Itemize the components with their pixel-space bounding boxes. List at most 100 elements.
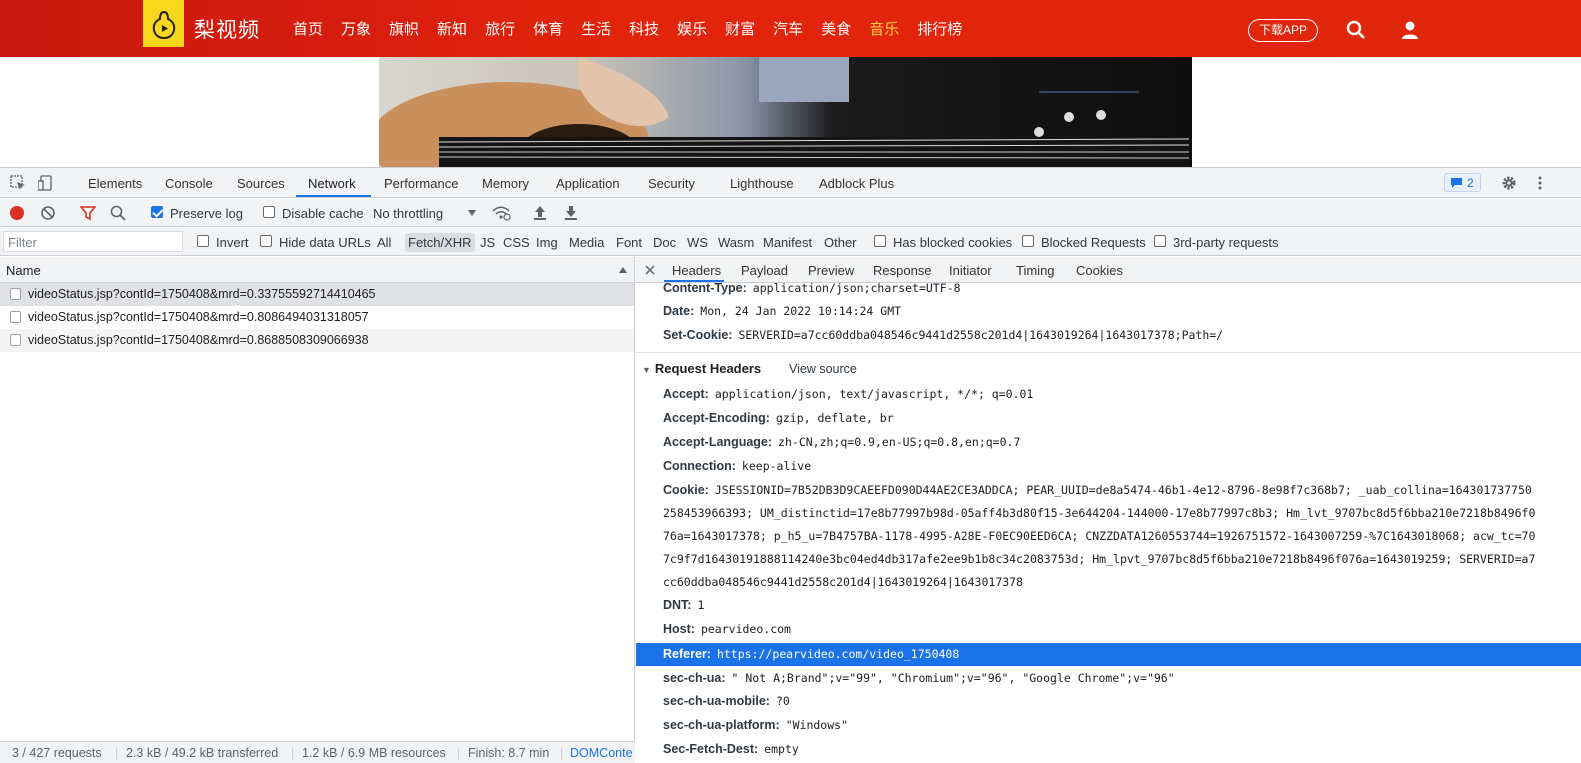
settings-gear-icon[interactable]: [1501, 175, 1517, 191]
throttling-select[interactable]: No throttling: [373, 206, 443, 221]
nav-item[interactable]: 汽车: [773, 18, 803, 39]
nav-item[interactable]: 美食: [821, 18, 851, 39]
close-icon[interactable]: [645, 265, 655, 275]
header-row[interactable]: sec-ch-ua-mobile: ?0: [663, 694, 790, 708]
header-row[interactable]: Host: pearvideo.com: [663, 622, 791, 636]
type-filter-css[interactable]: CSS: [503, 235, 530, 250]
collapse-triangle-icon[interactable]: ▼: [642, 365, 651, 375]
tab-security[interactable]: Security: [648, 176, 695, 191]
tab-sources[interactable]: Sources: [237, 176, 285, 191]
header-row[interactable]: 7c9f7d16430191888114240e3bc04ed4db317afe…: [663, 552, 1535, 566]
nav-item[interactable]: 首页: [293, 18, 323, 39]
nav-item[interactable]: 旅行: [485, 18, 515, 39]
tab-performance[interactable]: Performance: [384, 176, 458, 191]
type-filter-other[interactable]: Other: [824, 235, 857, 250]
nav-item[interactable]: 财富: [725, 18, 755, 39]
type-filter-font[interactable]: Font: [616, 235, 642, 250]
network-conditions-icon[interactable]: [491, 205, 511, 221]
third-party-checkbox[interactable]: [1154, 235, 1166, 247]
nav-item[interactable]: 科技: [629, 18, 659, 39]
hide-data-urls-checkbox[interactable]: [260, 235, 272, 247]
header-row[interactable]: Cookie: JSESSIONID=7B52DB3D9CAEEFD090D44A…: [663, 483, 1532, 497]
nav-item[interactable]: 新知: [437, 18, 467, 39]
type-filter-media[interactable]: Media: [569, 235, 604, 250]
chevron-down-icon[interactable]: [467, 209, 477, 217]
header-row[interactable]: Accept: application/json, text/javascript…: [663, 387, 1033, 401]
header-row[interactable]: Content-Type: application/json;charset=UT…: [663, 281, 961, 295]
type-filter-img[interactable]: Img: [536, 235, 558, 250]
tab-console[interactable]: Console: [165, 176, 213, 191]
view-source-link[interactable]: View source: [789, 362, 857, 376]
video-frame[interactable]: [379, 57, 1192, 167]
clear-icon[interactable]: [40, 205, 56, 221]
header-row[interactable]: DNT: 1: [663, 598, 704, 612]
header-row[interactable]: Date: Mon, 24 Jan 2022 10:14:24 GMT: [663, 304, 901, 318]
header-row[interactable]: Sec-Fetch-Dest: empty: [663, 742, 799, 756]
header-row[interactable]: 258453966393; UM_distinctid=17e8b77997b9…: [663, 506, 1535, 520]
list-header[interactable]: Name: [0, 257, 634, 283]
detail-tab-headers[interactable]: Headers: [672, 263, 721, 278]
filter-icon[interactable]: [80, 205, 96, 221]
header-row[interactable]: sec-ch-ua: " Not A;Brand";v="99", "Chromi…: [663, 671, 1175, 685]
more-options-icon[interactable]: [1532, 175, 1548, 191]
filter-input[interactable]: Filter: [3, 231, 183, 252]
logo-icon[interactable]: [143, 0, 184, 47]
nav-item[interactable]: 娱乐: [677, 18, 707, 39]
tab-memory[interactable]: Memory: [482, 176, 529, 191]
header-row[interactable]: Connection: keep-alive: [663, 459, 811, 473]
detail-tab-preview[interactable]: Preview: [808, 263, 854, 278]
detail-tab-payload[interactable]: Payload: [741, 263, 788, 278]
type-filter-wasm[interactable]: Wasm: [718, 235, 754, 250]
header-row[interactable]: Referer: https://pearvideo.com/video_1750…: [663, 647, 959, 661]
issues-badge[interactable]: 2: [1444, 173, 1481, 192]
detail-tab-timing[interactable]: Timing: [1016, 263, 1055, 278]
logo-text[interactable]: 梨视频: [194, 14, 260, 44]
invert-checkbox[interactable]: [197, 235, 209, 247]
nav-item[interactable]: 音乐: [869, 18, 899, 39]
record-icon[interactable]: [9, 205, 25, 221]
tab-network[interactable]: Network: [308, 176, 356, 191]
import-har-icon[interactable]: [533, 205, 547, 221]
header-row[interactable]: Accept-Language: zh-CN,zh;q=0.9,en-US;q=0…: [663, 435, 1020, 449]
nav-item[interactable]: 排行榜: [917, 18, 962, 39]
device-toolbar-icon[interactable]: [38, 175, 54, 191]
request-row[interactable]: videoStatus.jsp?contId=1750408&mrd=0.868…: [0, 329, 634, 352]
nav-item[interactable]: 体育: [533, 18, 563, 39]
nav-item[interactable]: 万象: [341, 18, 371, 39]
type-filter-manifest[interactable]: Manifest: [763, 235, 812, 250]
type-filter-doc[interactable]: Doc: [653, 235, 676, 250]
type-filter-fetch-xhr[interactable]: Fetch/XHR: [405, 233, 475, 252]
type-filter-all[interactable]: All: [377, 235, 391, 250]
type-filter-ws[interactable]: WS: [687, 235, 708, 250]
header-row[interactable]: 76a=1643017378; p_h5_u=7B4757BA-1178-499…: [663, 529, 1535, 543]
search-icon[interactable]: [110, 205, 126, 221]
request-headers-section[interactable]: ▼ Request Headers: [642, 361, 761, 376]
export-har-icon[interactable]: [564, 205, 578, 221]
header-row[interactable]: Accept-Encoding: gzip, deflate, br: [663, 411, 894, 425]
blocked-requests-checkbox[interactable]: [1022, 235, 1034, 247]
name-column-header[interactable]: Name: [6, 263, 41, 278]
download-app-button[interactable]: 下载APP: [1248, 19, 1318, 42]
user-icon[interactable]: [1400, 20, 1420, 40]
detail-tab-cookies[interactable]: Cookies: [1076, 263, 1123, 278]
disable-cache-checkbox[interactable]: [263, 206, 275, 218]
header-row[interactable]: sec-ch-ua-platform: "Windows": [663, 718, 848, 732]
inspect-element-icon[interactable]: [10, 175, 26, 191]
has-blocked-cookies-checkbox[interactable]: [874, 235, 886, 247]
sort-ascending-icon[interactable]: [618, 266, 628, 274]
nav-item[interactable]: 生活: [581, 18, 611, 39]
detail-tab-initiator[interactable]: Initiator: [949, 263, 992, 278]
header-row[interactable]: Set-Cookie: SERVERID=a7cc60ddba048546c944…: [663, 328, 1223, 342]
request-row[interactable]: videoStatus.jsp?contId=1750408&mrd=0.337…: [0, 283, 634, 306]
preserve-log-checkbox[interactable]: [151, 206, 163, 218]
header-row[interactable]: cc60ddba048546c9441d2558c201d4|164301926…: [663, 575, 1023, 589]
tab-application[interactable]: Application: [556, 176, 620, 191]
tab-elements[interactable]: Elements: [88, 176, 142, 191]
type-filter-js[interactable]: JS: [480, 235, 495, 250]
detail-tab-response[interactable]: Response: [873, 263, 932, 278]
search-icon[interactable]: [1346, 20, 1366, 40]
request-row[interactable]: videoStatus.jsp?contId=1750408&mrd=0.808…: [0, 306, 634, 329]
nav-item[interactable]: 旗帜: [389, 18, 419, 39]
tab-adblock-plus[interactable]: Adblock Plus: [819, 176, 894, 191]
tab-lighthouse[interactable]: Lighthouse: [730, 176, 794, 191]
